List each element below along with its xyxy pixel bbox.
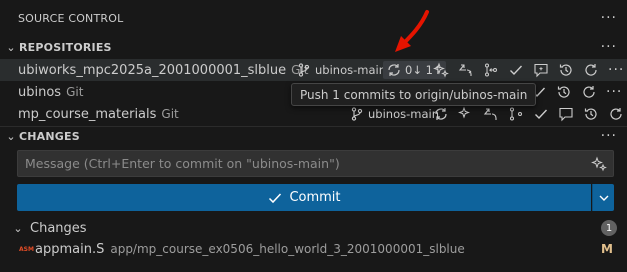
branch-name: ubinos-main bbox=[368, 107, 439, 121]
repo-name: ubiworks_mpc2025a_2001000001_slblue bbox=[18, 62, 287, 78]
repo-type: Git bbox=[66, 85, 84, 99]
changes-group-row[interactable]: ⌄ Changes 1 bbox=[0, 218, 627, 238]
branch-create-icon[interactable] bbox=[483, 106, 499, 122]
changes-more-icon[interactable]: ··· bbox=[601, 128, 617, 144]
commit-button[interactable]: Commit bbox=[17, 184, 591, 211]
history-icon[interactable] bbox=[558, 62, 574, 78]
repo-type: Git bbox=[161, 107, 179, 121]
check-icon[interactable] bbox=[508, 62, 524, 78]
commit-message-placeholder: Message (Ctrl+Enter to commit on "ubinos… bbox=[25, 156, 340, 171]
chevron-down-icon bbox=[596, 190, 612, 206]
branch-indicator[interactable]: ubinos-main* bbox=[296, 62, 392, 78]
chevron-down-icon: ⌄ bbox=[13, 221, 23, 235]
file-name: appmain.S bbox=[35, 241, 105, 257]
repositories-more-icon[interactable]: ··· bbox=[601, 39, 617, 55]
branch-indicator[interactable]: ubinos-main bbox=[349, 106, 439, 122]
push-tooltip: Push 1 commits to origin/ubinos-main bbox=[291, 83, 537, 106]
commit-dropdown-button[interactable] bbox=[592, 184, 614, 211]
changes-count-badge: 1 bbox=[601, 220, 617, 236]
changes-title: CHANGES bbox=[19, 129, 80, 143]
repo-more-icon[interactable]: ··· bbox=[608, 62, 624, 78]
changes-group-label: Changes bbox=[30, 220, 87, 236]
sync-icon[interactable] bbox=[433, 106, 449, 122]
git-compare-icon[interactable] bbox=[508, 106, 524, 122]
file-path: app/mp_course_ex0506_hello_world_3_20010… bbox=[110, 242, 465, 256]
sparkle-icon[interactable] bbox=[458, 106, 474, 122]
branch-icon bbox=[296, 62, 312, 78]
repo-name: mp_course_materials bbox=[18, 106, 157, 122]
sparkle-icon[interactable] bbox=[433, 62, 449, 78]
repo-row[interactable]: mp_course_materials Git ubinos-main ··· bbox=[0, 103, 627, 125]
view-header: SOURCE CONTROL ··· bbox=[0, 8, 627, 28]
file-row[interactable]: ASM appmain.S app/mp_course_ex0506_hello… bbox=[0, 239, 627, 259]
branch-name: ubinos-main* bbox=[315, 63, 392, 77]
comment-sparkle-icon[interactable] bbox=[558, 106, 574, 122]
repo-name: ubinos bbox=[18, 84, 62, 100]
annotation-arrow bbox=[395, 10, 429, 52]
history-icon[interactable] bbox=[583, 106, 599, 122]
changes-header[interactable]: ⌄ CHANGES ··· bbox=[0, 126, 627, 146]
comment-sparkle-icon[interactable] bbox=[533, 62, 549, 78]
commit-label: Commit bbox=[289, 190, 341, 205]
commit-message-input[interactable]: Message (Ctrl+Enter to commit on "ubinos… bbox=[17, 150, 614, 177]
repo-toolbar: ··· bbox=[433, 62, 624, 78]
refresh-icon[interactable] bbox=[583, 62, 599, 78]
asm-file-icon: ASM bbox=[19, 245, 34, 253]
repo-more-icon[interactable]: ··· bbox=[606, 84, 622, 100]
chevron-down-icon: ⌄ bbox=[6, 40, 16, 54]
repositories-title: REPOSITORIES bbox=[19, 40, 112, 54]
history-icon[interactable] bbox=[556, 84, 572, 100]
sync-icon bbox=[386, 62, 402, 78]
more-actions-icon[interactable]: ··· bbox=[601, 10, 617, 26]
refresh-icon[interactable] bbox=[608, 106, 624, 122]
repo-toolbar: ··· bbox=[433, 106, 627, 122]
repo-row[interactable]: ubiworks_mpc2025a_2001000001_slblue Git … bbox=[0, 59, 627, 81]
file-status: M bbox=[601, 242, 613, 256]
branch-create-icon[interactable] bbox=[458, 62, 474, 78]
tooltip-text: Push 1 commits to origin/ubinos-main bbox=[300, 87, 528, 102]
check-icon bbox=[267, 190, 283, 206]
refresh-icon[interactable] bbox=[581, 84, 597, 100]
branch-icon bbox=[349, 106, 365, 122]
git-compare-icon[interactable] bbox=[483, 62, 499, 78]
chevron-down-icon: ⌄ bbox=[6, 129, 16, 143]
sparkle-icon[interactable] bbox=[591, 156, 607, 172]
check-icon[interactable] bbox=[533, 106, 549, 122]
view-title: SOURCE CONTROL bbox=[18, 11, 124, 25]
repositories-header[interactable]: ⌄ REPOSITORIES ··· bbox=[0, 37, 627, 57]
